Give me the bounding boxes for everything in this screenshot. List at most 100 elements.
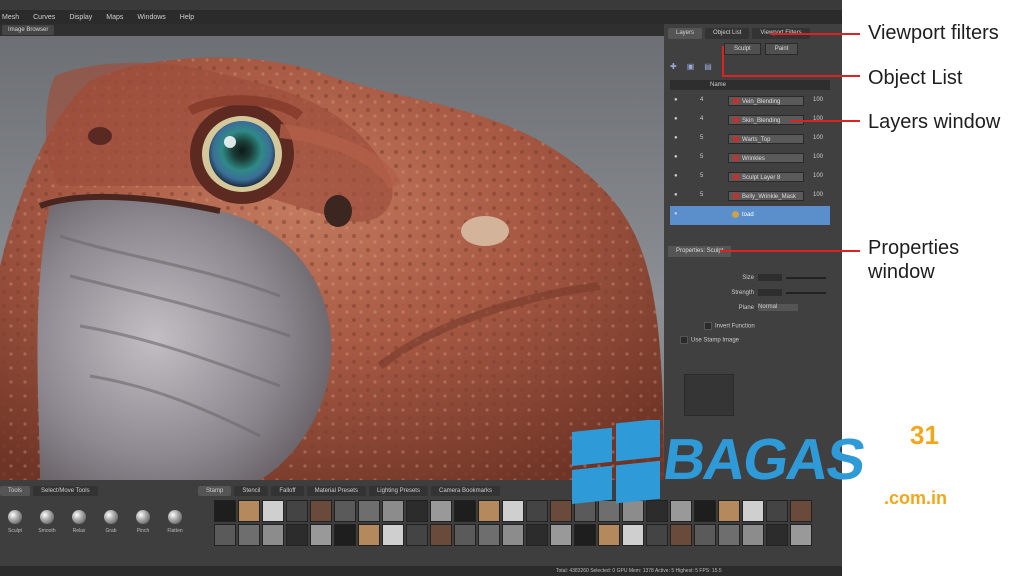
tab-lighting-presets[interactable]: Lighting Presets xyxy=(368,486,428,496)
tool-smooth[interactable]: Smooth xyxy=(38,510,56,534)
stamp-thumbnail[interactable] xyxy=(742,524,764,546)
visibility-eye-icon[interactable]: ● xyxy=(674,192,678,198)
stamp-thumbnail[interactable] xyxy=(310,500,332,522)
stamp-thumbnail[interactable] xyxy=(718,524,740,546)
layer-opacity[interactable]: 100 xyxy=(813,97,823,103)
tab-material-presets[interactable]: Material Presets xyxy=(306,486,366,496)
layer-name[interactable]: Vein_Blending xyxy=(728,96,804,106)
layer-row[interactable]: ● 5 Wrinkles 100 xyxy=(670,149,830,168)
stamp-thumbnail[interactable] xyxy=(406,500,428,522)
menu-curves[interactable]: Curves xyxy=(33,14,55,21)
layer-options-icon[interactable]: ▤ xyxy=(704,62,712,71)
stamp-thumbnail[interactable] xyxy=(430,500,452,522)
layer-row[interactable]: ● 5 Sculpt Layer 8 100 xyxy=(670,168,830,187)
stamp-thumbnail[interactable] xyxy=(622,524,644,546)
layer-opacity[interactable]: 100 xyxy=(813,154,823,160)
layer-row[interactable]: ● toad xyxy=(670,206,830,225)
stamp-thumbnail[interactable] xyxy=(286,524,308,546)
tab-layers[interactable]: Layers xyxy=(668,28,703,39)
stamp-thumbnail[interactable] xyxy=(334,524,356,546)
stamp-thumbnail[interactable] xyxy=(646,524,668,546)
3d-viewport[interactable] xyxy=(0,36,664,480)
size-input[interactable] xyxy=(758,274,782,281)
stamp-thumbnail[interactable] xyxy=(694,524,716,546)
tab-paint[interactable]: Paint xyxy=(764,43,799,55)
plane-select[interactable]: Normal xyxy=(758,304,798,311)
stamp-thumbnail[interactable] xyxy=(286,500,308,522)
stamp-thumbnail[interactable] xyxy=(214,524,236,546)
stamp-thumbnail[interactable] xyxy=(598,524,620,546)
stamp-thumbnail[interactable] xyxy=(550,524,572,546)
tool-relax[interactable]: Relax xyxy=(70,510,88,534)
menu-windows[interactable]: Windows xyxy=(137,14,165,21)
stamp-thumbnail[interactable] xyxy=(262,524,284,546)
tab-tools[interactable]: Tools xyxy=(0,486,31,496)
tab-stencil[interactable]: Stencil xyxy=(234,486,269,496)
layer-name[interactable]: toad xyxy=(728,210,804,220)
stamp-thumbnail[interactable] xyxy=(502,500,524,522)
stamp-thumbnail[interactable] xyxy=(430,524,452,546)
tab-object-list[interactable]: Object List xyxy=(705,28,750,39)
visibility-eye-icon[interactable]: ● xyxy=(674,211,678,217)
stamp-thumbnail[interactable] xyxy=(358,524,380,546)
layer-name[interactable]: Belly_Wrinkle_Mask xyxy=(728,191,804,201)
tab-stamp[interactable]: Stamp xyxy=(198,486,232,496)
layer-opacity[interactable]: 100 xyxy=(813,192,823,198)
layer-opacity[interactable]: 100 xyxy=(813,135,823,141)
tab-sculpt[interactable]: Sculpt xyxy=(724,43,761,55)
stamp-thumbnail[interactable] xyxy=(454,500,476,522)
visibility-eye-icon[interactable]: ● xyxy=(674,97,678,103)
layer-name[interactable]: Warts_Top xyxy=(728,134,804,144)
menu-mesh[interactable]: Mesh xyxy=(2,14,19,21)
visibility-eye-icon[interactable]: ● xyxy=(674,116,678,122)
stamp-thumbnail[interactable] xyxy=(766,524,788,546)
size-slider[interactable] xyxy=(786,276,826,279)
use-stamp-image-checkbox[interactable]: Use Stamp Image xyxy=(680,336,739,344)
menu-help[interactable]: Help xyxy=(180,14,194,21)
stamp-thumbnail[interactable] xyxy=(382,500,404,522)
visibility-eye-icon[interactable]: ● xyxy=(674,154,678,160)
stamp-preview[interactable] xyxy=(684,374,734,416)
layer-name[interactable]: Sculpt Layer 8 xyxy=(728,172,804,182)
stamp-thumbnail[interactable] xyxy=(238,524,260,546)
layer-row[interactable]: ● 5 Belly_Wrinkle_Mask 100 xyxy=(670,187,830,206)
visibility-eye-icon[interactable]: ● xyxy=(674,135,678,141)
stamp-thumbnail[interactable] xyxy=(238,500,260,522)
tool-grab[interactable]: Grab xyxy=(102,510,120,534)
stamp-thumbnail[interactable] xyxy=(526,524,548,546)
tab-falloff[interactable]: Falloff xyxy=(271,486,304,496)
stamp-thumbnail[interactable] xyxy=(310,524,332,546)
tab-image-browser[interactable]: Image Browser xyxy=(2,25,55,35)
stamp-thumbnail[interactable] xyxy=(358,500,380,522)
stamp-thumbnail[interactable] xyxy=(790,524,812,546)
tool-flatten[interactable]: Flatten xyxy=(166,510,184,534)
tab-camera-bookmarks[interactable]: Camera Bookmarks xyxy=(430,486,500,496)
layer-opacity[interactable]: 100 xyxy=(813,173,823,179)
stamp-thumbnail[interactable] xyxy=(574,524,596,546)
stamp-thumbnail[interactable] xyxy=(382,524,404,546)
layer-name[interactable]: Wrinkles xyxy=(728,153,804,163)
stamp-thumbnail[interactable] xyxy=(526,500,548,522)
menu-display[interactable]: Display xyxy=(69,14,92,21)
tool-pinch[interactable]: Pinch xyxy=(134,510,152,534)
tab-select-move-tools[interactable]: Select/Move Tools xyxy=(33,486,98,496)
stamp-thumbnail[interactable] xyxy=(454,524,476,546)
strength-slider[interactable] xyxy=(786,291,826,294)
new-layer-icon[interactable]: ✚ xyxy=(670,62,677,71)
stamp-thumbnail[interactable] xyxy=(502,524,524,546)
strength-input[interactable] xyxy=(758,289,782,296)
tool-sculpt[interactable]: Sculpt xyxy=(6,510,24,534)
menu-maps[interactable]: Maps xyxy=(106,14,123,21)
visibility-eye-icon[interactable]: ● xyxy=(674,173,678,179)
stamp-thumbnail[interactable] xyxy=(406,524,428,546)
stamp-thumbnail[interactable] xyxy=(214,500,236,522)
stamp-thumbnail[interactable] xyxy=(670,524,692,546)
stamp-thumbnail[interactable] xyxy=(262,500,284,522)
stamp-thumbnail[interactable] xyxy=(478,500,500,522)
invert-function-checkbox[interactable]: Invert Function xyxy=(704,322,755,330)
stamp-thumbnail[interactable] xyxy=(478,524,500,546)
layer-row[interactable]: ● 5 Warts_Top 100 xyxy=(670,130,830,149)
stamp-thumbnail[interactable] xyxy=(334,500,356,522)
layer-row[interactable]: ● 4 Vein_Blending 100 xyxy=(670,92,830,111)
delete-layer-icon[interactable]: ▣ xyxy=(687,62,695,71)
